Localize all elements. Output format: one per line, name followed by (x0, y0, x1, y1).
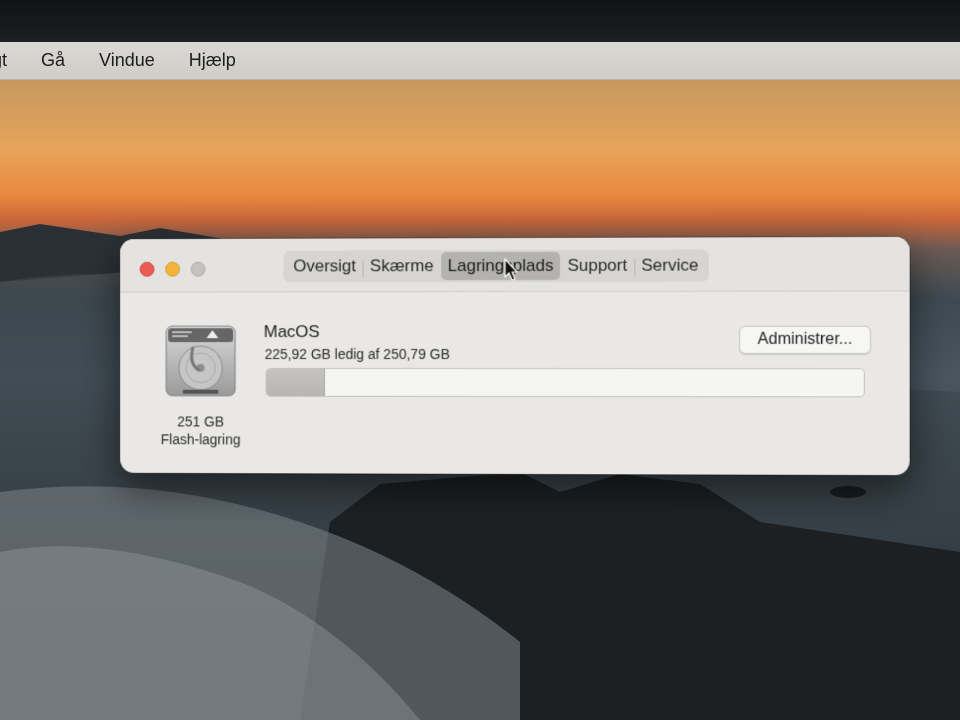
disk-type-label: Flash-lagring (160, 431, 241, 448)
manage-button[interactable]: Administrer... (739, 325, 871, 354)
tab-service[interactable]: Service (634, 251, 705, 279)
menu-bar: gt Gå Vindue Hjælp (0, 42, 960, 80)
mouse-pointer-icon (504, 258, 518, 281)
storage-usage-bar (265, 367, 865, 398)
tab-displays[interactable]: Skærme (363, 252, 441, 280)
menu-item-window[interactable]: Vindue (99, 50, 155, 71)
window-titlebar: Oversigt Skærme Lagringsplads Support Se… (120, 236, 910, 293)
screen-bezel (0, 0, 960, 42)
tab-support[interactable]: Support (560, 252, 634, 280)
about-this-mac-window: Oversigt Skærme Lagringsplads Support Se… (120, 236, 910, 476)
tab-bar: Oversigt Skærme Lagringsplads Support Se… (283, 249, 709, 283)
menu-item-truncated[interactable]: gt (0, 50, 7, 71)
volume-free-space: 225,92 GB ledig af 250,79 GB (264, 346, 450, 362)
minimize-button[interactable] (165, 261, 180, 277)
volume-name: MacOS (263, 322, 320, 342)
hard-drive-icon (163, 324, 238, 399)
tab-storage[interactable]: Lagringsplads (440, 251, 561, 281)
storage-used-segment (266, 368, 325, 396)
menu-item-go[interactable]: Gå (41, 50, 65, 71)
disk-capacity-label: 251 GB (177, 413, 224, 430)
close-button[interactable] (139, 261, 155, 277)
tab-overview[interactable]: Oversigt (286, 252, 363, 280)
zoom-button[interactable] (190, 261, 206, 277)
menu-item-help[interactable]: Hjælp (189, 50, 236, 71)
